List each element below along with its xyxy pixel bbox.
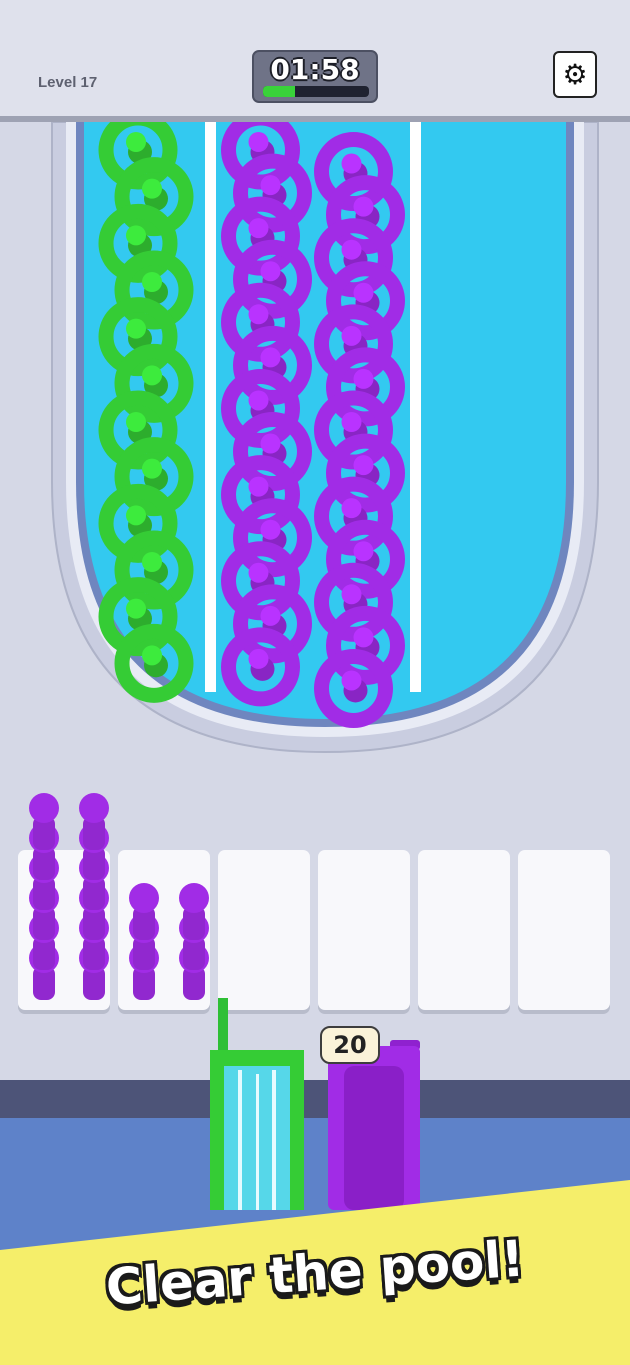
timer-progress-fill — [263, 86, 295, 97]
gear-icon: ⚙ — [562, 58, 588, 91]
settings-button[interactable]: ⚙ — [553, 51, 597, 98]
lane-divider — [410, 122, 421, 692]
timer-panel: 01:58 — [252, 50, 378, 103]
waiting-people — [29, 793, 209, 1000]
waiting-person — [79, 793, 109, 850]
waiting-person — [29, 793, 59, 850]
timer-text: 01:58 — [270, 53, 360, 86]
waiting-person — [179, 883, 209, 940]
slides — [210, 998, 420, 1210]
green-slide[interactable] — [210, 998, 304, 1210]
top-bar: Level 17 01:58 ⚙ — [0, 0, 630, 116]
lane-divider — [205, 122, 216, 692]
purple-slide-count-badge: 20 — [320, 1026, 380, 1064]
waiting-person — [129, 883, 159, 940]
timer-progress-bar — [263, 86, 369, 97]
level-label: Level 17 — [38, 74, 98, 91]
pool — [51, 122, 599, 754]
